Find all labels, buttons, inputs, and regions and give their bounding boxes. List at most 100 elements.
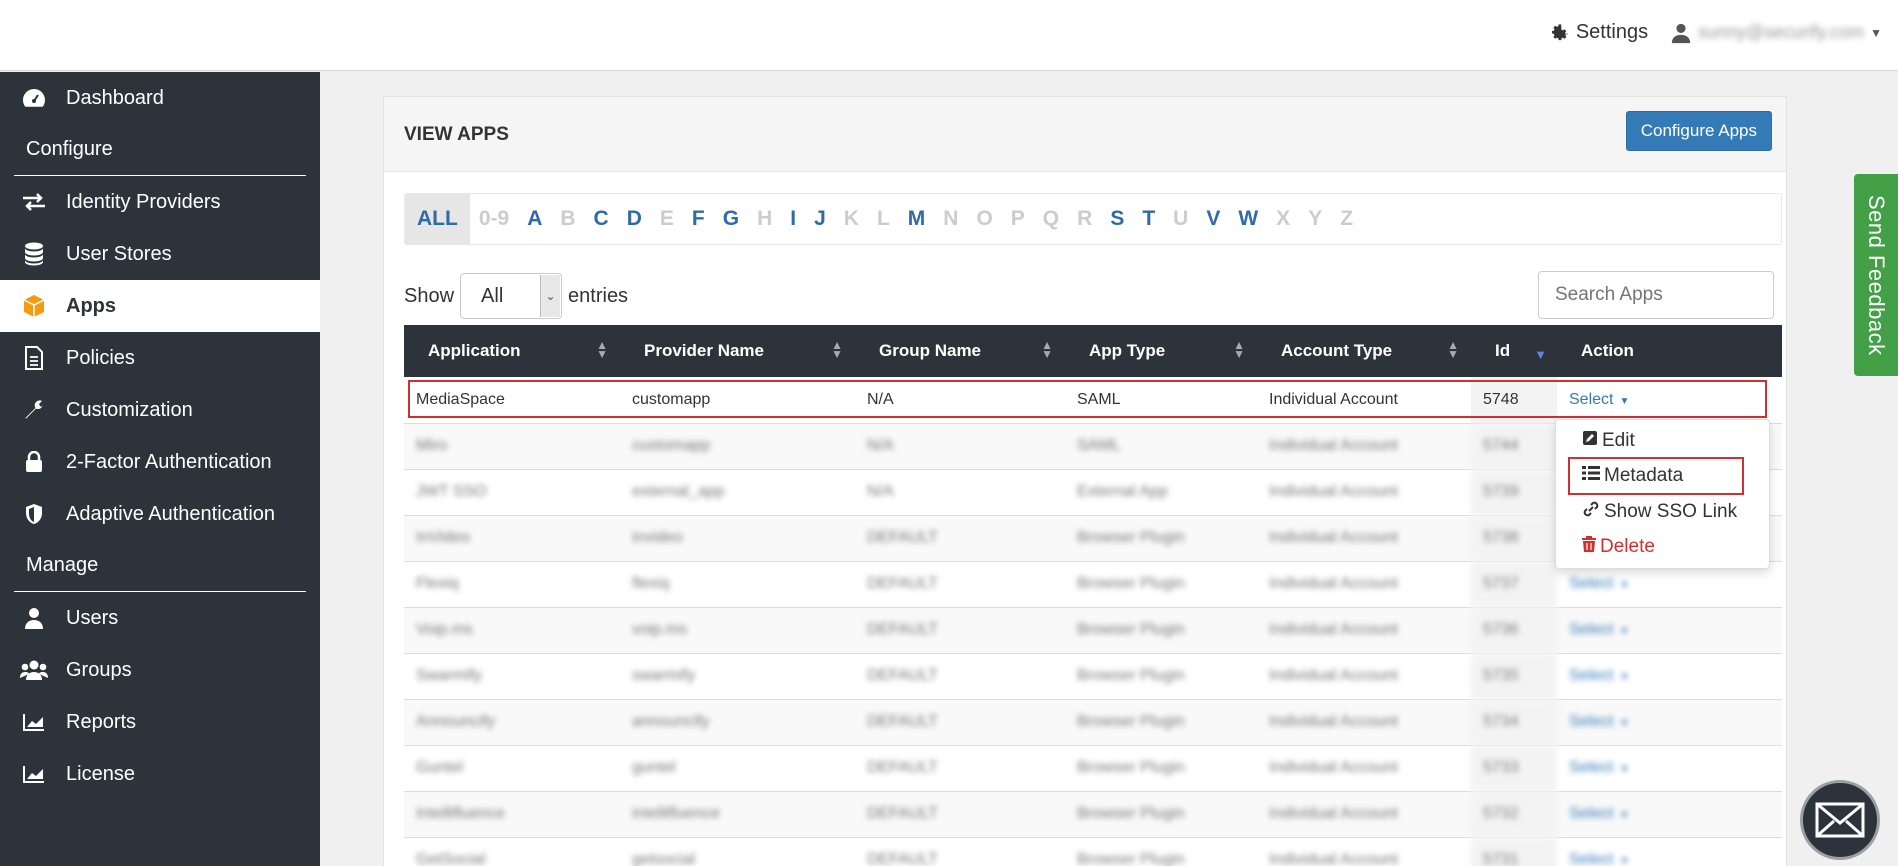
filter-letter[interactable]: I <box>781 207 805 231</box>
envelope-icon <box>1815 802 1865 838</box>
select-link[interactable]: Select <box>1569 713 1613 730</box>
col-id[interactable]: Id ▼ <box>1471 325 1557 377</box>
filter-all[interactable]: ALL <box>405 194 470 244</box>
edit-icon <box>1582 430 1598 452</box>
filter-letter: H <box>757 207 773 230</box>
select-link[interactable]: Select <box>1569 805 1613 822</box>
filter-letter[interactable]: S <box>1101 207 1133 231</box>
gear-icon <box>1551 23 1568 40</box>
settings-label: Settings <box>1575 21 1649 43</box>
table-cell: Individual Account <box>1257 653 1471 700</box>
filter-letter[interactable]: A <box>518 207 551 231</box>
table-cell: GetSocial <box>404 837 620 866</box>
entries-select[interactable]: All ⌄ <box>460 273 563 319</box>
sidebar-item-label: Users <box>66 606 119 629</box>
sidebar-item-license[interactable]: License <box>0 748 320 800</box>
action-select[interactable]: Select ▼ <box>1557 837 1782 866</box>
table-cell: guntel <box>620 745 855 792</box>
configure-apps-button[interactable]: Configure Apps <box>1625 111 1772 151</box>
sort-icon: ▲ ▼ <box>596 338 608 361</box>
table-cell: intellifluence <box>620 791 855 838</box>
filter-letter: B <box>560 207 576 230</box>
sidebar-item-user-stores[interactable]: User Stores <box>0 228 320 280</box>
table-cell: JWT SSO <box>404 469 620 516</box>
user-email: sunny@securify.com <box>1698 22 1865 42</box>
filter-letter[interactable]: C <box>585 207 618 231</box>
table-cell: Individual Account <box>1257 515 1471 562</box>
search-input[interactable] <box>1538 271 1774 319</box>
table-cell: Announcify <box>404 699 620 746</box>
sort-icon: ▲ ▼ <box>1041 338 1053 361</box>
action-select[interactable]: Select ▼ <box>1557 791 1782 838</box>
filter-letter: K <box>843 207 859 230</box>
table-cell: Individual Account <box>1257 561 1471 608</box>
table-cell: swarmify <box>620 653 855 700</box>
menu-item-label: Metadata <box>1604 465 1684 486</box>
chat-mail-button[interactable] <box>1800 780 1880 860</box>
select-link[interactable]: Select <box>1569 667 1613 684</box>
table-cell: 5739 <box>1471 469 1557 516</box>
table-cell: 5735 <box>1471 653 1557 700</box>
action-select[interactable]: Select ▼ <box>1557 745 1782 792</box>
show-entries: Show All ⌄ entries <box>404 273 628 319</box>
menu-item-edit[interactable]: Edit <box>1582 430 1635 452</box>
sidebar-item-customization[interactable]: Customization <box>0 384 320 436</box>
filter-letter[interactable]: D <box>618 207 651 231</box>
col-application[interactable]: Application ▲ ▼ <box>404 325 620 377</box>
select-link[interactable]: Select <box>1569 759 1613 776</box>
caret-down-icon: ▼ <box>1619 718 1630 729</box>
action-select[interactable]: Select ▼ <box>1557 699 1782 746</box>
select-link[interactable]: Select <box>1569 851 1613 866</box>
col-app-type[interactable]: App Type ▲ ▼ <box>1065 325 1257 377</box>
user-menu[interactable]: sunny@securify.com ▼ <box>1670 22 1882 44</box>
filter-letter[interactable]: T <box>1133 207 1164 231</box>
action-select[interactable]: Select ▼ <box>1557 607 1782 654</box>
table-cell: 5734 <box>1471 699 1557 746</box>
sidebar-item-groups[interactable]: Groups <box>0 644 320 696</box>
filter-letter[interactable]: W <box>1229 207 1267 231</box>
caret-down-icon: ▼ <box>1619 856 1630 866</box>
filter-letter[interactable]: F <box>683 207 714 231</box>
select-link[interactable]: Select <box>1569 575 1613 592</box>
table-row: Voip.ms voip.ms DEFAULT Browser Plugin Indiv… <box>404 607 1782 654</box>
sidebar-item-label: User Stores <box>66 242 172 265</box>
send-feedback-tab[interactable]: Send Feedback <box>1854 174 1898 376</box>
chevron-down-icon: ⌄ <box>540 275 561 317</box>
wrench-icon <box>20 396 48 424</box>
sidebar-item-label: Reports <box>66 710 137 733</box>
filter-letter[interactable]: V <box>1197 207 1229 231</box>
sidebar-item-label: Policies <box>66 346 135 369</box>
settings-link[interactable]: Settings <box>1548 21 1648 44</box>
sidebar-item-adaptive-auth[interactable]: Adaptive Authentication <box>0 488 320 540</box>
table-cell: DEFAULT <box>855 745 1065 792</box>
sidebar-item-identity-providers[interactable]: Identity Providers <box>0 176 320 228</box>
sidebar-item-reports[interactable]: Reports <box>0 696 320 748</box>
table-cell: 5744 <box>1471 423 1557 470</box>
col-group-name[interactable]: Group Name ▲ ▼ <box>855 325 1065 377</box>
col-account-type[interactable]: Account Type ▲ ▼ <box>1257 325 1471 377</box>
menu-item-show-sso-link[interactable]: Show SSO Link <box>1582 500 1737 524</box>
sidebar-item-apps[interactable]: Apps <box>0 280 320 332</box>
menu-item-delete[interactable]: Delete <box>1582 536 1655 558</box>
sidebar-item-policies[interactable]: Policies <box>0 332 320 384</box>
section-manage: Manage <box>14 540 306 592</box>
filter-letter[interactable]: M <box>899 207 935 231</box>
sidebar-item-dashboard[interactable]: Dashboard <box>0 72 320 124</box>
action-select[interactable]: Select ▼ <box>1557 653 1782 700</box>
top-right-nav: Settings sunny@securify.com ▼ <box>1548 21 1882 44</box>
col-provider-name[interactable]: Provider Name ▲ ▼ <box>620 325 855 377</box>
menu-item-metadata[interactable]: Metadata <box>1582 465 1683 487</box>
col-label: Account Type <box>1281 341 1393 360</box>
table-cell: 5731 <box>1471 837 1557 866</box>
show-label: Show <box>404 284 455 307</box>
filter-letter: O <box>976 207 993 230</box>
sidebar-item-label: Identity Providers <box>66 190 221 213</box>
filter-letter[interactable]: G <box>714 207 748 231</box>
filter-letter[interactable]: J <box>805 207 835 231</box>
table-row: Announcify announcify DEFAULT Browser Plugi… <box>404 699 1782 746</box>
sort-desc-icon: ▼ <box>1534 347 1547 362</box>
sidebar-item-users[interactable]: Users <box>0 592 320 644</box>
table-header-row: Application ▲ ▼ Provider Name ▲ ▼ Group Name… <box>404 325 1782 377</box>
select-link[interactable]: Select <box>1569 621 1613 638</box>
sidebar-item-2fa[interactable]: 2-Factor Authentication <box>0 436 320 488</box>
